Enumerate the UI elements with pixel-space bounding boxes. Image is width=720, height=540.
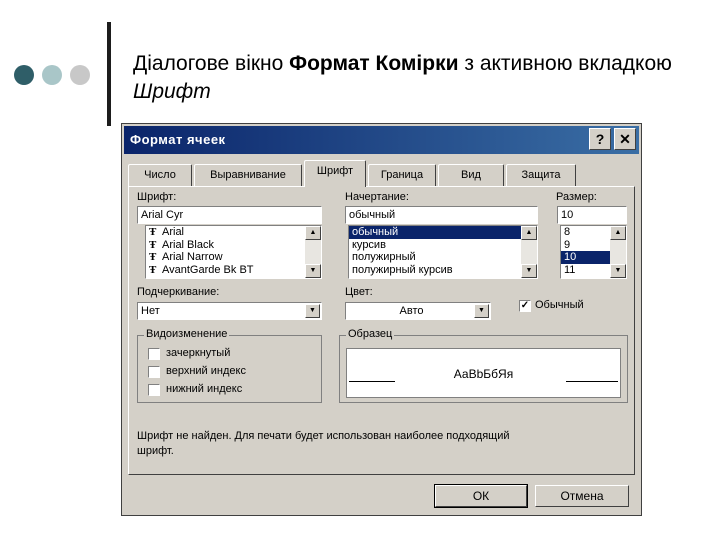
font-style-list[interactable]: обычный курсив полужирный полужирный кур… [348, 225, 538, 279]
dialog-titlebar[interactable]: Формат ячеек ? ✕ [124, 126, 639, 154]
chevron-down-icon[interactable]: ▼ [305, 304, 320, 318]
tab-number[interactable]: Число [128, 164, 192, 186]
underline-select[interactable]: Нет ▼ [137, 302, 322, 320]
tab-alignment[interactable]: Выравнивание [194, 164, 302, 186]
strikethrough-checkbox[interactable] [148, 348, 160, 360]
sample-text: АаBbБбЯя [453, 367, 514, 381]
color-select[interactable]: Авто ▼ [345, 302, 491, 320]
font-tab-panel: Шрифт: Arial Cyr Ŧ Arial Ŧ Arial Black Ŧ Ar… [128, 186, 635, 475]
font-size-list[interactable]: 8 9 10 11 ▲ ▼ [560, 225, 627, 279]
sample-baseline-left [349, 381, 395, 382]
normal-font-checkbox[interactable]: ✓ [519, 300, 531, 312]
decor-dot-1 [14, 65, 34, 85]
help-icon: ? [595, 131, 605, 147]
font-not-found-message-cont: шрифт. [137, 445, 174, 457]
ok-button[interactable]: ОК [434, 484, 528, 508]
scroll-down-icon[interactable]: ▼ [610, 264, 626, 278]
font-label: Шрифт: [137, 191, 177, 203]
decor-dot-3 [70, 65, 90, 85]
scroll-up-icon[interactable]: ▲ [305, 226, 321, 240]
cancel-button[interactable]: Отмена [535, 485, 629, 507]
style-label: Начертание: [345, 191, 409, 203]
scrollbar[interactable]: ▲ ▼ [305, 226, 321, 278]
normal-font-label: Обычный [535, 299, 584, 311]
close-button[interactable]: ✕ [614, 128, 636, 150]
tab-protection[interactable]: Защита [506, 164, 576, 186]
subscript-checkbox[interactable] [148, 384, 160, 396]
scroll-up-icon[interactable]: ▲ [521, 226, 537, 240]
sample-preview: АаBbБбЯя [346, 348, 621, 398]
superscript-label: верхний индекс [166, 365, 246, 377]
truetype-icon: Ŧ [149, 251, 157, 263]
truetype-icon: Ŧ [149, 226, 157, 238]
sample-baseline-right [566, 381, 618, 382]
dialog-title: Формат ячеек [130, 132, 226, 147]
color-label: Цвет: [345, 286, 373, 298]
tab-font[interactable]: Шрифт [304, 160, 366, 187]
list-item[interactable]: Ŧ Arial [146, 226, 321, 239]
list-item[interactable]: полужирный [349, 251, 537, 264]
scrollbar[interactable]: ▲ ▼ [610, 226, 626, 278]
format-cells-dialog: Формат ячеек ? ✕ Число Выравнивание Шриф… [121, 123, 642, 516]
list-item[interactable]: Ŧ AvantGarde Bk BT [146, 264, 321, 277]
font-name-list[interactable]: Ŧ Arial Ŧ Arial Black Ŧ Arial Narrow Ŧ Avant… [145, 225, 322, 279]
scrollbar[interactable]: ▲ ▼ [521, 226, 537, 278]
superscript-checkbox[interactable] [148, 366, 160, 378]
effects-groupbox: Видоизменение зачеркнутый верхний индекс… [137, 328, 322, 403]
tab-border[interactable]: Граница [368, 164, 436, 186]
underline-label: Подчеркивание: [137, 286, 220, 298]
size-label: Размер: [556, 191, 597, 203]
sample-title: Образец [346, 328, 395, 340]
list-item[interactable]: обычный [349, 226, 537, 239]
strikethrough-label: зачеркнутый [166, 347, 231, 359]
slide-title: Діалогове вікно Формат Комірки з активно… [133, 52, 672, 103]
list-item[interactable]: Ŧ Arial Black [146, 239, 321, 252]
tab-fill[interactable]: Вид [438, 164, 504, 186]
font-size-input[interactable]: 10 [557, 206, 627, 224]
list-item[interactable]: полужирный курсив [349, 264, 537, 277]
truetype-icon: Ŧ [149, 238, 157, 251]
subscript-label: нижний индекс [166, 383, 243, 395]
font-style-input[interactable]: обычный [345, 206, 538, 224]
font-name-input[interactable]: Arial Cyr [137, 206, 322, 224]
list-item[interactable]: курсив [349, 239, 537, 252]
close-icon: ✕ [619, 131, 631, 147]
sample-groupbox: Образец АаBbБбЯя [339, 328, 628, 403]
help-button[interactable]: ? [589, 128, 611, 150]
list-item[interactable]: 10 [561, 251, 610, 264]
decor-dot-2 [42, 65, 62, 85]
chevron-down-icon[interactable]: ▼ [474, 304, 489, 318]
effects-title: Видоизменение [144, 328, 230, 340]
scroll-down-icon[interactable]: ▼ [521, 264, 537, 278]
list-item[interactable]: Ŧ Arial Narrow [146, 251, 321, 264]
font-not-found-message: Шрифт не найден. Для печати будет исполь… [137, 430, 510, 442]
truetype-icon: Ŧ [149, 263, 157, 276]
decor-vertical-line [107, 22, 111, 126]
scroll-up-icon[interactable]: ▲ [610, 226, 626, 240]
scroll-down-icon[interactable]: ▼ [305, 264, 321, 278]
